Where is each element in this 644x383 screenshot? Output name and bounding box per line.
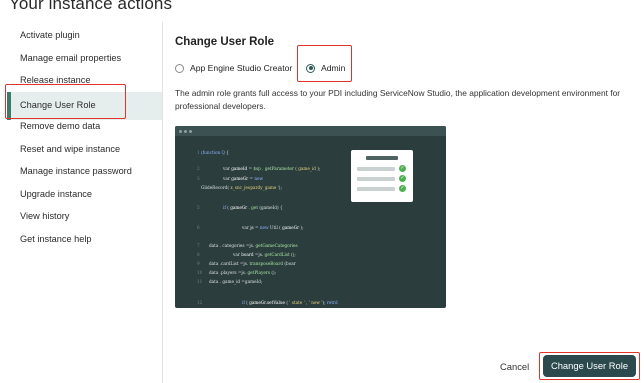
code-line-number: 5 [197,205,200,210]
sidebar-item-label: Manage email properties [20,53,122,63]
code-line-number: 6 [197,225,200,230]
code-line: var gameGr = new [223,176,264,181]
sidebar-item-change-user-role[interactable]: Change User Role [7,92,162,120]
sidebar-item-reset-and-wipe-instance[interactable]: Reset and wipe instance [20,144,120,154]
code-line: data . game_id =gameId; [209,279,263,284]
change-user-role-button[interactable]: Change User Role [543,355,636,377]
card-row [357,167,395,171]
check-icon: ✓ [399,165,406,172]
sidebar-item-label: Activate plugin [20,30,80,40]
code-line: data . categories =js. getGameCategories [209,243,298,248]
radio-label: App Engine Studio Creator [190,63,293,73]
checklist-card-illustration: ✓ ✓ ✓ [351,150,413,202]
card-row [357,177,395,181]
code-line-number: 8 [197,252,200,257]
sidebar-item-manage-instance-password[interactable]: Manage instance password [20,166,132,176]
sidebar-item-label: Change User Role [20,100,96,110]
code-line: (function Q { [201,150,229,155]
code-line-number: 3 [197,176,200,181]
window-dot-icon [179,129,182,133]
sidebar-item-view-history[interactable]: View history [20,211,69,221]
role-description: The admin role grants full access to you… [175,88,621,111]
code-line: GlideRecord( x_snc_jeopardy_game '); [201,185,282,190]
sidebar-item-label: Release instance [20,75,91,85]
code-line: if ( gameGr . get (gameId) { [223,205,283,210]
cancel-button[interactable]: Cancel [500,361,529,372]
check-icon: ✓ [399,185,406,192]
sidebar: Activate plugin Manage email properties … [0,22,163,383]
sidebar-item-label: Get instance help [20,234,92,244]
code-line: var js = new Util ( gameGr ); [242,225,304,230]
sidebar-item-remove-demo-data[interactable]: Remove demo data [20,121,100,131]
code-line-number: 10 [197,270,203,275]
radio-button-selected[interactable] [306,63,315,73]
sidebar-item-label: Upgrade instance [20,189,93,199]
card-header-bar [366,156,398,160]
code-line-number: 9 [197,261,200,266]
window-dot-icon [189,129,192,133]
code-line-number: 1 [197,150,200,155]
sidebar-item-label: Reset and wipe instance [20,144,121,154]
code-line: data .players =js. getPlayers (); [209,270,276,275]
sidebar-item-get-instance-help[interactable]: Get instance help [20,234,92,244]
check-icon: ✓ [399,175,406,182]
code-line-number: 12 [197,300,203,305]
code-line-number: 2 [197,166,200,171]
sidebar-item-label: View history [20,211,70,221]
sidebar-item-label: Remove demo data [20,121,101,131]
card-row [357,187,395,191]
radio-option-admin[interactable]: Admin [306,61,345,75]
sidebar-item-release-instance[interactable]: Release instance [20,75,90,85]
panel-title: Change User Role [175,36,275,48]
code-line: data .cardList =js. transposeBoard (boar [209,261,296,266]
code-line-number: 7 [197,243,200,248]
radio-label: Admin [321,63,346,73]
code-preview-image: 1 (function Q { 2 var gameId = $sp . getPar… [175,126,446,308]
sidebar-item-label: Manage instance password [20,166,132,176]
sidebar-item-manage-email-properties[interactable]: Manage email properties [20,53,121,63]
code-line: if ( gameGr.setValue ( ' state ' , ' new… [242,300,338,305]
code-line: var board =js. getCardList (); [233,252,296,257]
sidebar-item-activate-plugin[interactable]: Activate plugin [20,30,80,40]
code-line: var gameId = $sp . getParameter ( game_i… [223,166,321,171]
code-line-number: 11 [197,279,203,284]
radio-option-app-engine-studio-creator[interactable]: App Engine Studio Creator [175,61,292,75]
preview-window-bar [175,126,446,136]
radio-button[interactable] [175,63,184,73]
page-title: Your instance actions [9,0,173,13]
sidebar-item-upgrade-instance[interactable]: Upgrade instance [20,189,92,199]
window-dot-icon [184,129,187,133]
